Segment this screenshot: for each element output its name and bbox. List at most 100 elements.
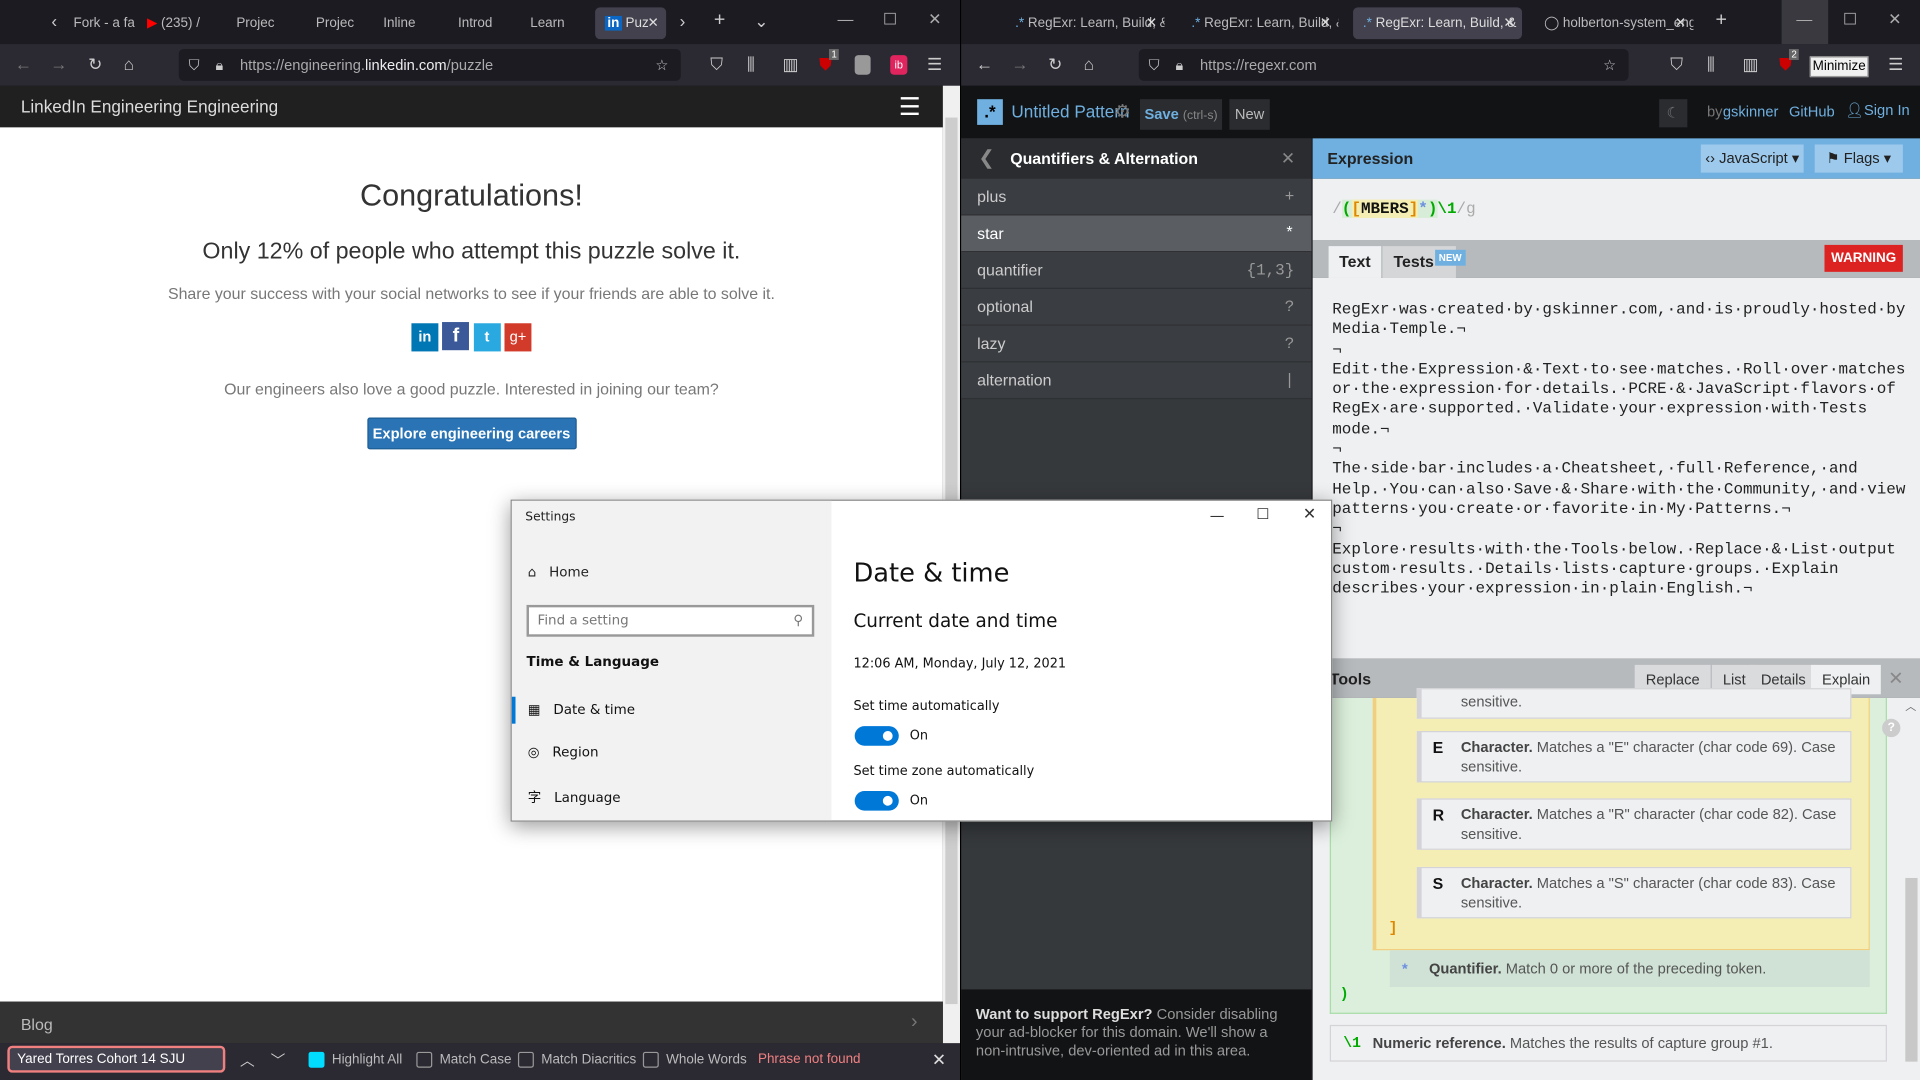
- find-next-icon[interactable]: ﹀: [271, 1049, 286, 1070]
- back-chevron-icon[interactable]: ❮: [978, 146, 994, 170]
- url-bar[interactable]: ⛉ 🔒︎ https://engineering.linkedin.com/pu…: [178, 48, 681, 81]
- flavor-dropdown[interactable]: ‹› JavaScript ▾: [1700, 144, 1804, 173]
- twitter-share-icon[interactable]: t: [473, 323, 501, 352]
- close-tab-icon[interactable]: ✕: [1146, 7, 1157, 39]
- scroll-up-icon[interactable]: ︿: [1905, 698, 1916, 714]
- close-tab-icon[interactable]: ✕: [647, 7, 658, 39]
- close-find-icon[interactable]: ✕: [932, 1049, 946, 1070]
- sidebar-icon[interactable]: ▥: [782, 54, 798, 75]
- regexr-logo[interactable]: .*: [977, 99, 1003, 125]
- tab[interactable]: Fork - a fa: [64, 7, 134, 39]
- back-icon[interactable]: ←: [15, 54, 32, 74]
- forward-icon[interactable]: →: [50, 54, 67, 74]
- gear-icon[interactable]: ⚙: [1114, 100, 1130, 123]
- tab-list-icon[interactable]: ⌄: [754, 11, 768, 32]
- menu-icon[interactable]: ☰: [1888, 54, 1903, 75]
- new-tab-icon[interactable]: +: [714, 10, 725, 32]
- maximize-icon[interactable]: ☐: [1843, 10, 1857, 30]
- nav-date-time[interactable]: ▦ Date & time: [528, 702, 635, 718]
- bookmark-star-icon[interactable]: ☆: [1603, 49, 1616, 81]
- library-icon[interactable]: ⫼: [1707, 54, 1715, 75]
- set-tz-auto-toggle[interactable]: [854, 791, 899, 811]
- new-button[interactable]: New: [1229, 99, 1270, 130]
- close-icon[interactable]: ✕: [1303, 506, 1316, 524]
- set-time-auto-toggle[interactable]: [854, 726, 899, 746]
- match-diacritics-checkbox[interactable]: Match Diacritics: [517, 1051, 636, 1068]
- extension-icon[interactable]: [854, 55, 871, 75]
- explore-careers-button[interactable]: Explore engineering careers: [366, 417, 577, 450]
- minimize-icon[interactable]: —: [1210, 507, 1225, 524]
- tab[interactable]: ◯ holberton-system_eng ✕: [1534, 7, 1693, 39]
- back-icon[interactable]: ←: [976, 54, 993, 74]
- flags-dropdown[interactable]: ⚑ Flags ▾: [1814, 144, 1903, 173]
- match-case-checkbox[interactable]: Match Case: [416, 1051, 511, 1068]
- close-sidebar-icon[interactable]: ✕: [1281, 148, 1295, 169]
- find-input[interactable]: Yared Torres Cohort 14 SJU: [7, 1045, 226, 1073]
- maximize-icon[interactable]: ☐: [1256, 506, 1269, 523]
- find-setting-input[interactable]: Find a setting ⚲: [526, 604, 815, 637]
- linkedin-share-icon[interactable]: in: [411, 323, 439, 352]
- quantifier-explain[interactable]: * Quantifier. Match 0 or more of the prec…: [1389, 950, 1870, 987]
- nav-region[interactable]: ◎ Region: [528, 744, 599, 760]
- char-explain-partial[interactable]: sensitive.: [1416, 688, 1852, 719]
- nav-home[interactable]: ⌂ Home: [528, 564, 589, 580]
- help-icon[interactable]: ?: [1882, 718, 1901, 738]
- home-icon[interactable]: ⌂: [1084, 54, 1094, 74]
- facebook-share-icon[interactable]: f: [442, 322, 470, 351]
- forward-icon[interactable]: →: [1011, 54, 1028, 74]
- site-title[interactable]: LinkedIn Engineering Engineering: [21, 97, 278, 117]
- whole-words-checkbox[interactable]: Whole Words: [642, 1051, 747, 1068]
- sidebar-item-star[interactable]: star *: [961, 215, 1312, 253]
- sidebar-item-optional[interactable]: optional?: [961, 288, 1312, 326]
- tab-active[interactable]: in Puz ✕: [595, 7, 667, 40]
- pocket-icon[interactable]: ⛉: [1670, 54, 1683, 75]
- sidebar-item-lazy[interactable]: lazy?: [961, 325, 1312, 363]
- pattern-title[interactable]: Untitled Pattern: [1011, 102, 1129, 122]
- tab[interactable]: Learn: [520, 7, 584, 39]
- save-button[interactable]: Save (ctrl-s): [1140, 99, 1223, 130]
- tab-text[interactable]: Text: [1328, 246, 1382, 278]
- backref-explain[interactable]: \1 Numeric reference. Matches the results…: [1329, 1024, 1887, 1062]
- reload-icon[interactable]: ↻: [88, 54, 102, 75]
- sidebar-item-quantifier[interactable]: quantifier {1,3}: [961, 252, 1312, 289]
- sidebar-item-plus[interactable]: plus +: [961, 178, 1312, 216]
- tab[interactable]: Projec: [227, 7, 288, 39]
- tab[interactable]: .* RegExr: Learn, Build, & ✕: [1005, 7, 1164, 39]
- tab-scroll-left-icon[interactable]: ‹: [51, 11, 57, 31]
- close-tab-icon[interactable]: ✕: [1320, 7, 1331, 39]
- menu-icon[interactable]: ☰: [927, 54, 942, 75]
- find-previous-icon[interactable]: ︿: [240, 1049, 255, 1070]
- new-tab-icon[interactable]: +: [1716, 10, 1727, 32]
- sign-in-link[interactable]: 👤︎Sign In: [1845, 102, 1909, 119]
- tab[interactable]: Inline: [373, 7, 440, 39]
- sidebar-item-alternation[interactable]: alternation |: [961, 362, 1312, 400]
- nav-language[interactable]: 字 Language: [528, 787, 621, 807]
- close-window-icon[interactable]: ✕: [1888, 10, 1901, 30]
- tab[interactable]: Projec: [306, 7, 367, 39]
- tab[interactable]: .* RegExr: Learn, Build, & ✕: [1182, 7, 1338, 39]
- tab[interactable]: Introd: [448, 7, 512, 39]
- highlight-all-checkbox[interactable]: Highlight All: [308, 1051, 402, 1068]
- minimize-icon[interactable]: —: [1796, 10, 1812, 28]
- sidebar-icon[interactable]: ▥: [1742, 54, 1758, 75]
- author-link[interactable]: gskinner: [1723, 103, 1779, 120]
- chevron-right-icon[interactable]: ›: [911, 1011, 918, 1033]
- close-tools-icon[interactable]: ✕: [1888, 667, 1903, 690]
- tab[interactable]: ▶ (235) /: [137, 7, 210, 39]
- url-bar[interactable]: ⛉ 🔒︎ https://regexr.com ☆: [1138, 48, 1629, 81]
- minimize-icon[interactable]: —: [838, 10, 854, 28]
- bookmark-star-icon[interactable]: ☆: [655, 49, 668, 81]
- close-window-icon[interactable]: ✕: [928, 10, 941, 30]
- pocket-icon[interactable]: ⛉: [710, 54, 723, 75]
- maximize-icon[interactable]: ☐: [883, 10, 897, 30]
- warning-badge[interactable]: WARNING: [1824, 244, 1903, 272]
- explain-scrollbar[interactable]: ︿: [1901, 697, 1920, 1080]
- test-text-area[interactable]: RegExr·was·created·by·gskinner.com,·and·…: [1312, 277, 1920, 659]
- tab-active[interactable]: .* RegExr: Learn, Build, & ✕: [1353, 7, 1523, 40]
- expression-input[interactable]: /([MBERS]*)\1/g: [1312, 178, 1920, 241]
- char-explain[interactable]: E Character. Matches a "E" character (cha…: [1416, 731, 1852, 783]
- github-link[interactable]: GitHub: [1789, 103, 1835, 120]
- library-icon[interactable]: ⫼: [747, 54, 755, 75]
- close-tab-icon[interactable]: ✕: [1503, 7, 1514, 39]
- google-plus-share-icon[interactable]: g+: [504, 323, 532, 352]
